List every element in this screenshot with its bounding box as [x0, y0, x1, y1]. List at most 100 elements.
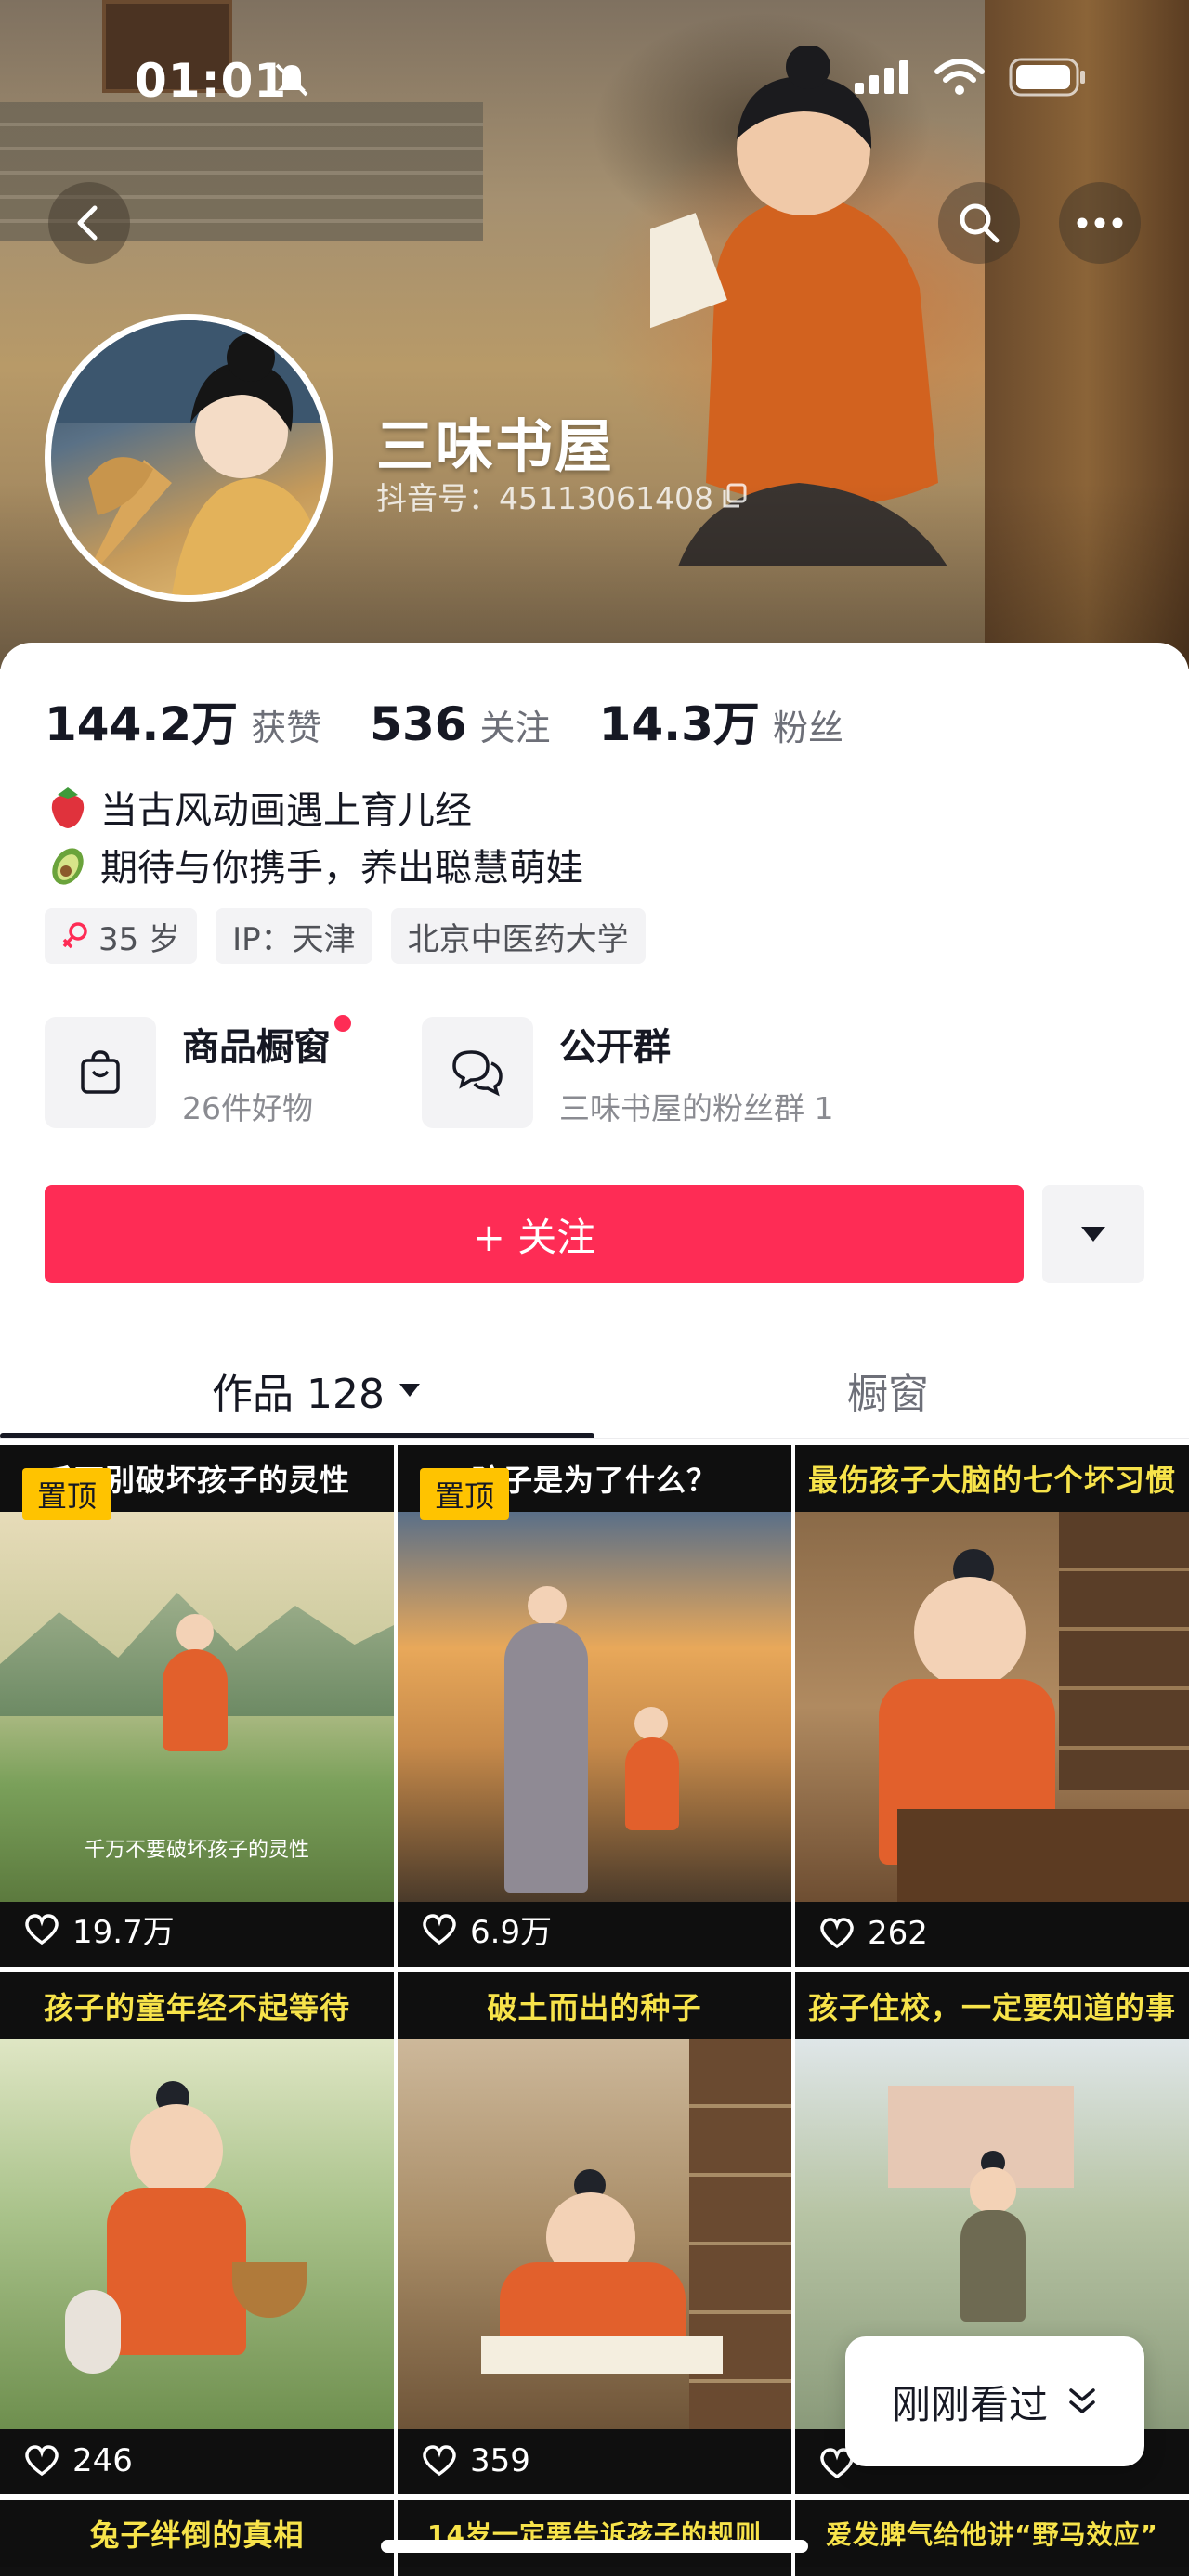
video-card-3[interactable]: 最伤孩子大脑的七个坏习惯 262 [795, 1445, 1189, 1967]
video-card-9[interactable]: 爱发脾气给他讲“野马效应” [795, 2500, 1189, 2576]
signal-icon [855, 60, 908, 94]
tag-school[interactable]: 北京中医药大学 [390, 908, 646, 964]
shopping-bag-icon [81, 1050, 120, 1094]
caret-down-icon [399, 1384, 420, 1397]
tab-works-label: 作品 128 [212, 1371, 385, 1418]
heart-icon [423, 2445, 456, 2477]
tag-age: 35 岁 [45, 908, 198, 964]
video-thumbnail: 千万不要破坏孩子的灵性 [0, 1512, 394, 1902]
shop-icon-box [45, 1017, 156, 1128]
video-likes-count: 359 [470, 2442, 530, 2479]
bio-line-1: 当古风动画遇上育儿经 [45, 780, 472, 834]
video-caption: 14岁一定要告诉孩子的规则 [398, 2500, 791, 2567]
fan-group-title: 公开群 [559, 1026, 671, 1069]
avatar-illustration [51, 320, 326, 595]
video-subtitle: 千万不要破坏孩子的灵性 [84, 1839, 309, 1862]
heart-icon [820, 1918, 854, 1949]
stat-likes-label: 获赞 [251, 708, 322, 748]
search-button[interactable] [938, 182, 1020, 264]
video-card-8[interactable]: 14岁一定要告诉孩子的规则 [398, 2500, 791, 2576]
video-card-1[interactable]: 千万别破坏孩子的灵性 千万不要破坏孩子的灵性 置顶 19.7万 [0, 1445, 394, 1967]
shop-window-count: 26件好物 [182, 1090, 313, 1126]
wifi-icon [934, 59, 985, 95]
more-dots-icon [1077, 217, 1123, 228]
female-icon [62, 922, 87, 949]
home-indicator[interactable] [381, 2540, 808, 2553]
video-card-2[interactable]: 孩子是为了什么？ 置顶 6.9万 [398, 1445, 791, 1967]
caret-down-icon [1081, 1227, 1105, 1242]
video-caption: 兔子绊倒的真相 [0, 2500, 394, 2567]
pinned-badge: 置顶 [420, 1468, 509, 1520]
stat-following-number: 536 [370, 697, 467, 751]
stat-following[interactable]: 536 关注 [370, 697, 550, 751]
stat-followers-number: 14.3万 [598, 697, 760, 751]
follow-button[interactable]: + 关注 [45, 1185, 1024, 1283]
heart-icon [423, 1913, 456, 1945]
tag-ip: IP：天津 [216, 908, 372, 964]
bio-text-1: 当古风动画遇上育儿经 [100, 789, 472, 832]
tag-age-text: 35 岁 [98, 920, 181, 958]
fan-group-entry[interactable]: 公开群 三味书屋的粉丝群 1 [422, 1017, 834, 1128]
video-caption: 爱发脾气给他讲“野马效应” [795, 2500, 1189, 2567]
mute-bell-icon [275, 63, 308, 97]
recently-viewed-button[interactable]: 刚刚看过 [845, 2336, 1144, 2466]
heart-icon [25, 1913, 59, 1945]
pinned-badge: 置顶 [22, 1468, 111, 1520]
strawberry-icon [51, 787, 85, 828]
back-button[interactable] [48, 182, 130, 264]
video-card-7[interactable]: 兔子绊倒的真相 [0, 2500, 394, 2576]
video-likes: 19.7万 [24, 1906, 175, 1952]
video-likes-count: 262 [868, 1915, 928, 1952]
video-caption: 破土而出的种子 [398, 1972, 791, 2039]
video-thumbnail [0, 2039, 394, 2429]
search-icon [960, 203, 1000, 243]
video-card-5[interactable]: 破土而出的种子 359 [398, 1972, 791, 2494]
status-indicators [855, 58, 1087, 97]
video-card-4[interactable]: 孩子的童年经不起等待 246 [0, 1972, 394, 2494]
profile-stats: 144.2万 获赞 536 关注 14.3万 粉丝 [45, 687, 892, 754]
follow-dropdown-button[interactable] [1042, 1185, 1144, 1283]
shop-window-entry[interactable]: 商品橱窗 26件好物 [45, 1015, 351, 1128]
group-icon-box [422, 1017, 533, 1128]
heart-icon [25, 2445, 59, 2477]
chevron-left-icon [77, 205, 98, 241]
douyin-id[interactable]: 抖音号：45113061408 [376, 474, 749, 518]
video-likes-count: 246 [72, 2442, 133, 2479]
battery-icon [1009, 58, 1085, 97]
double-chevron-down-icon [1069, 2388, 1095, 2413]
bio-line-2: 期待与你携手，养出聪慧萌娃 [45, 838, 583, 891]
video-likes: 262 [819, 1915, 928, 1952]
douyin-id-text: 抖音号：45113061408 [376, 480, 713, 516]
video-likes: 246 [24, 2442, 133, 2479]
video-thumbnail [795, 1512, 1189, 1902]
more-button[interactable] [1059, 182, 1141, 264]
video-caption: 最伤孩子大脑的七个坏习惯 [795, 1445, 1189, 1512]
tab-works[interactable]: 作品 128 [212, 1360, 422, 1420]
video-likes: 6.9万 [422, 1906, 552, 1952]
copy-icon[interactable] [721, 482, 749, 510]
tab-window[interactable]: 橱窗 [847, 1360, 929, 1420]
video-caption: 孩子住校，一定要知道的事 [795, 1972, 1189, 2039]
bio-text-2: 期待与你携手，养出聪慧萌娃 [100, 847, 583, 890]
video-likes-count: 6.9万 [470, 1914, 553, 1951]
recently-viewed-label: 刚刚看过 [891, 2381, 1048, 2427]
chat-bubbles-icon [452, 1050, 503, 1097]
stat-following-label: 关注 [479, 708, 551, 748]
video-thumbnail [398, 1512, 791, 1902]
video-caption: 孩子的童年经不起等待 [0, 1972, 394, 2039]
stat-likes[interactable]: 144.2万 获赞 [45, 687, 321, 754]
stat-likes-number: 144.2万 [45, 697, 239, 751]
fan-group-subtitle: 三味书屋的粉丝群 1 [559, 1090, 834, 1126]
tab-divider [0, 1438, 1189, 1439]
status-time: 01:01 [135, 54, 288, 108]
video-likes: 359 [422, 2442, 530, 2479]
avatar[interactable] [45, 314, 333, 602]
profile-name: 三味书屋 [376, 412, 615, 480]
video-thumbnail [398, 2039, 791, 2429]
avocado-icon [52, 848, 84, 885]
shop-window-title: 商品橱窗 [182, 1015, 351, 1071]
profile-tags: 35 岁 IP：天津 北京中医药大学 [45, 908, 646, 964]
notification-dot [334, 1015, 351, 1032]
stat-followers[interactable]: 14.3万 粉丝 [599, 687, 843, 754]
stat-followers-label: 粉丝 [772, 708, 843, 748]
